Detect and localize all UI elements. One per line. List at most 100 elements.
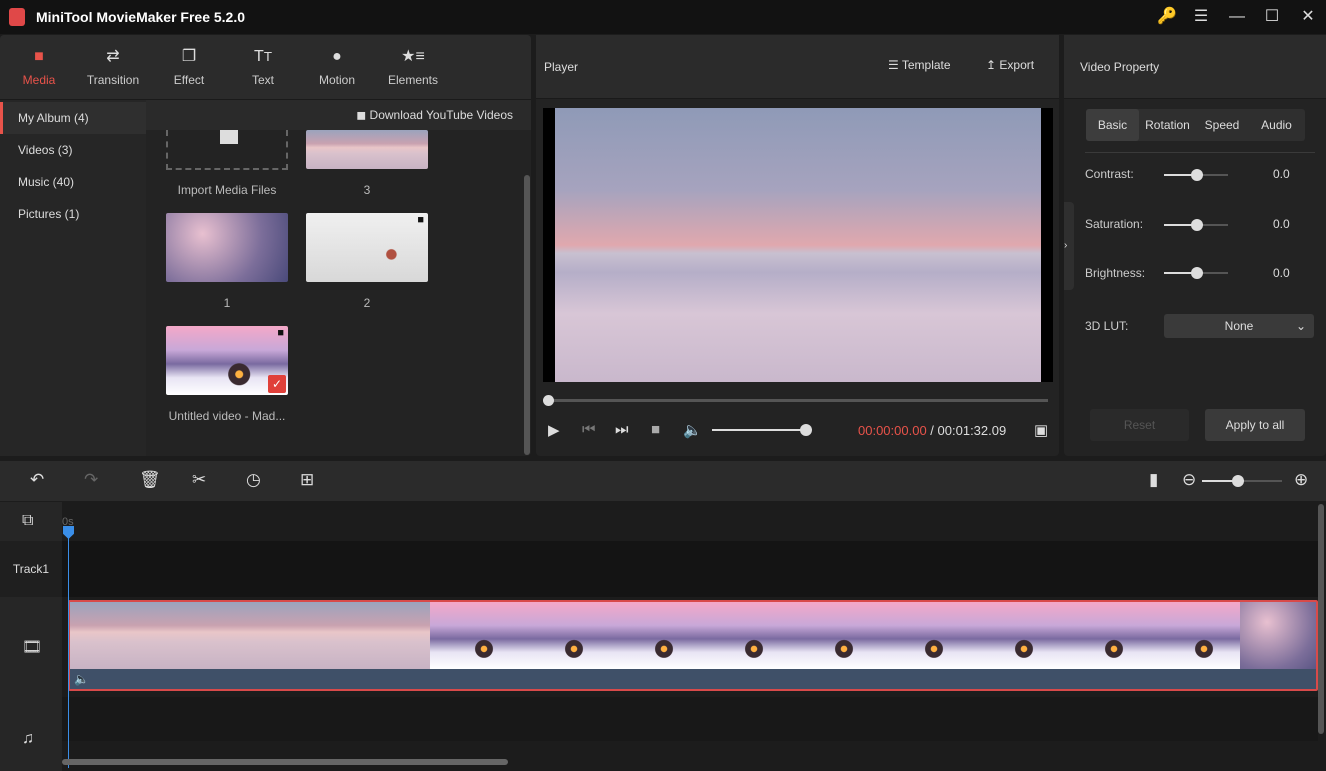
tab-label: Motion (318, 73, 356, 87)
chevron-right-icon: › (1064, 240, 1068, 251)
slider-handle[interactable] (1191, 169, 1203, 181)
slider-handle[interactable] (1191, 219, 1203, 231)
contrast-slider[interactable] (1164, 169, 1228, 181)
folder-icon: ■ (34, 48, 44, 65)
tab-media[interactable]: ■ Media (4, 47, 74, 87)
media-scrollbar[interactable] (524, 175, 530, 455)
clip-frame (700, 602, 790, 669)
fit-timeline-icon[interactable]: ▮ (1149, 470, 1158, 490)
volume-slider[interactable] (712, 429, 807, 431)
video-camera-icon: ■ (277, 327, 284, 339)
contrast-label: Contrast: (1085, 167, 1134, 181)
download-label: Download YouTube Videos (369, 108, 513, 122)
scissors-icon[interactable]: ✂ (192, 470, 206, 490)
maximize-icon[interactable]: ☐ (1261, 6, 1283, 28)
clip-frame (1060, 602, 1150, 669)
redo-icon[interactable]: ↷ (84, 470, 98, 490)
menu-icon[interactable]: ☰ (1190, 6, 1212, 28)
track1[interactable] (62, 541, 1318, 597)
layers-icon: ☰ (888, 58, 902, 72)
tab-label: Effect (173, 73, 205, 87)
divider (1085, 152, 1315, 153)
motion-icon: ● (332, 48, 342, 65)
saturation-slider[interactable] (1164, 219, 1228, 231)
stop-icon[interactable]: ■ (651, 421, 660, 438)
crop-icon[interactable]: ⊞ (300, 470, 314, 490)
playhead[interactable] (68, 528, 69, 768)
volume-handle[interactable] (800, 424, 812, 436)
add-track-icon[interactable]: ⧉ (22, 512, 33, 530)
clip-frame (1150, 602, 1240, 669)
lut-value: None (1224, 319, 1254, 333)
minimize-icon[interactable]: — (1226, 6, 1248, 28)
media-thumb-3[interactable] (306, 130, 428, 169)
player-header: Player ☰ Template ↥ Export (536, 35, 1059, 99)
tab-label: Text (251, 73, 274, 87)
media-thumb-2[interactable]: ■ (306, 213, 428, 282)
album-sidebar: My Album (4) Videos (3) Music (40) Pictu… (0, 100, 146, 456)
lut-dropdown[interactable]: None ⌄ (1164, 314, 1314, 338)
video-frame (555, 108, 1041, 382)
video-clip[interactable]: 🔈 (68, 600, 1318, 691)
next-frame-icon[interactable]: ⏭ (615, 421, 629, 438)
tab-speed[interactable]: Speed (1196, 109, 1248, 141)
export-button[interactable]: ↥ Export (986, 58, 1034, 72)
clip-frame (160, 602, 250, 669)
zoom-out-icon[interactable]: ⊖ (1182, 470, 1196, 490)
zoom-handle[interactable] (1232, 475, 1244, 487)
close-icon[interactable]: ✕ (1297, 6, 1319, 28)
clip-frame (70, 602, 160, 669)
tab-basic[interactable]: Basic (1086, 109, 1139, 141)
download-youtube-button[interactable]: ◼ Download YouTube Videos (146, 100, 531, 130)
template-button[interactable]: ☰ Template (888, 58, 951, 72)
clip-frame (610, 602, 700, 669)
brightness-slider[interactable] (1164, 267, 1228, 279)
clip-frame (340, 602, 430, 669)
audio-track[interactable] (62, 697, 1318, 741)
timeline-ruler[interactable]: 0s (62, 502, 1318, 541)
key-icon[interactable]: 🔑 (1156, 6, 1178, 28)
seek-bar[interactable] (548, 399, 1048, 402)
brightness-value: 0.0 (1273, 266, 1290, 280)
sidebar-item-videos[interactable]: Videos (3) (0, 134, 146, 166)
slider-handle[interactable] (1191, 267, 1203, 279)
tab-transition[interactable]: ⇄ Transition (78, 47, 148, 87)
sidebar-item-music[interactable]: Music (40) (0, 166, 146, 198)
total-time: 00:01:32.09 (937, 423, 1007, 438)
tool-tabs: ■ Media ⇄ Transition ❐ Effect TT Text ● Motio… (0, 35, 531, 100)
clip-volume-icon[interactable]: 🔈 (74, 672, 89, 686)
tab-text[interactable]: TT Text (228, 47, 298, 87)
clip-frame (790, 602, 880, 669)
reset-button[interactable]: Reset (1090, 409, 1189, 441)
import-media-button[interactable] (166, 130, 288, 170)
brightness-label: Brightness: (1085, 266, 1146, 280)
template-label: Template (901, 58, 951, 72)
seek-handle[interactable] (543, 395, 554, 406)
collapse-panel-button[interactable]: › (1064, 202, 1074, 290)
sidebar-item-my-album[interactable]: My Album (4) (0, 102, 146, 134)
tab-label: Transition (86, 73, 140, 87)
sidebar-item-pictures[interactable]: Pictures (1) (0, 198, 146, 230)
tab-rotation[interactable]: Rotation (1139, 109, 1196, 141)
contrast-value: 0.0 (1273, 167, 1290, 181)
volume-icon[interactable]: 🔈 (683, 421, 702, 439)
clip-frame (430, 602, 520, 669)
media-thumb-1[interactable] (166, 213, 288, 282)
timeline-horizontal-scrollbar[interactable] (62, 759, 508, 765)
tab-motion[interactable]: ● Motion (302, 47, 372, 87)
tab-effect[interactable]: ❐ Effect (154, 47, 224, 87)
current-time: 00:00:00.00 (858, 423, 927, 438)
tab-audio[interactable]: Audio (1248, 109, 1305, 141)
delete-icon[interactable]: 🗑 (139, 470, 161, 490)
speed-icon[interactable]: ◷ (246, 470, 261, 490)
player-title: Player (544, 60, 579, 74)
undo-icon[interactable]: ↶ (30, 470, 44, 490)
previous-frame-icon[interactable]: ⏮ (582, 421, 596, 438)
play-icon[interactable]: ▶ (548, 421, 560, 439)
tab-elements[interactable]: ★≡ Elements (378, 47, 448, 87)
apply-to-all-button[interactable]: Apply to all (1205, 409, 1305, 441)
timeline-vertical-scrollbar[interactable] (1318, 504, 1324, 734)
fullscreen-icon[interactable]: ▣ (1034, 421, 1048, 439)
media-thumb-untitled-video[interactable]: ■ ✓ (166, 326, 288, 395)
zoom-in-icon[interactable]: ⊕ (1294, 470, 1308, 490)
